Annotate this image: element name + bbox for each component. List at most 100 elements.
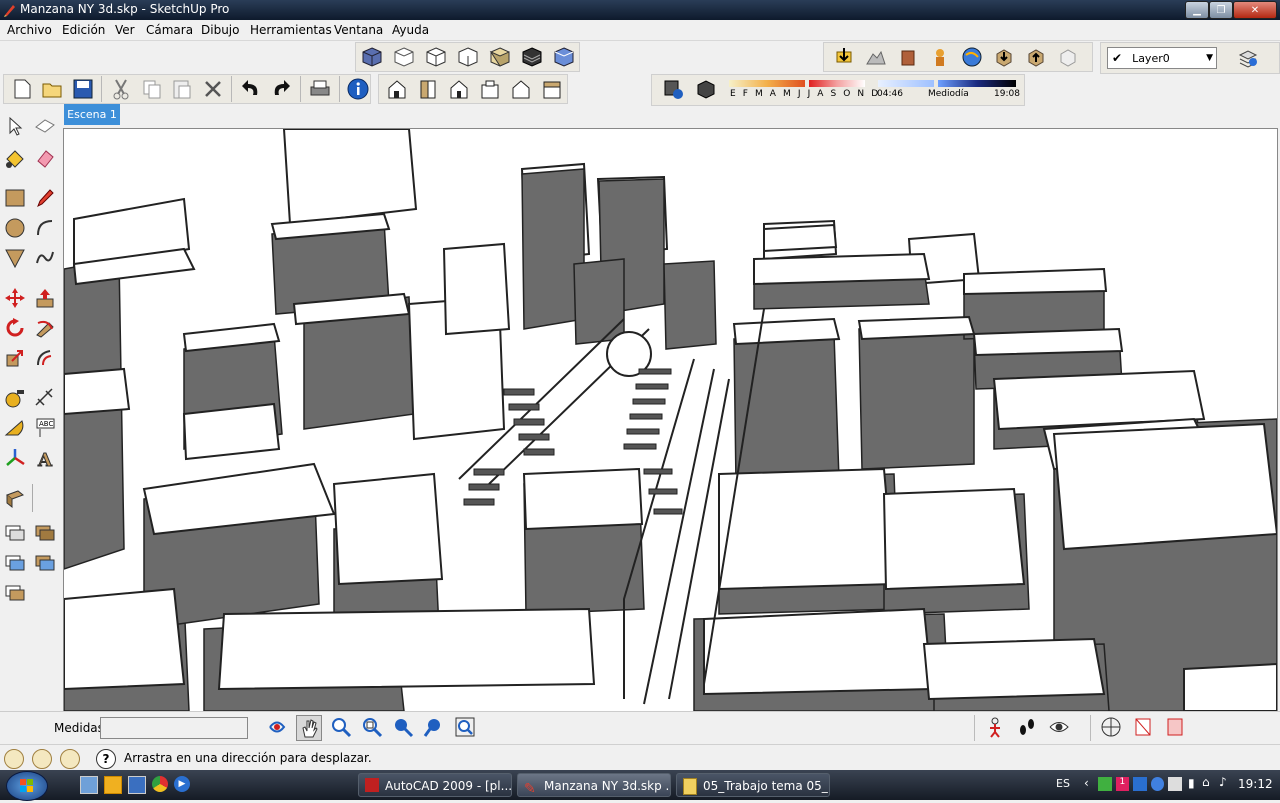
task-word-document[interactable]: 05_Trabajo tema 05_... [676,773,830,797]
shadow-settings-icon[interactable] [661,77,685,101]
undo-icon[interactable] [239,77,262,101]
rectangle-tool-icon[interactable] [3,186,27,210]
zoom-icon[interactable] [329,715,353,739]
language-indicator[interactable]: ES [1056,777,1070,790]
tray-expand-icon[interactable]: ‹ [1084,776,1089,790]
text-tool-icon[interactable]: ABC [33,416,57,440]
get-models-icon[interactable] [992,45,1016,69]
select-arrow-icon[interactable] [3,114,27,138]
axes-tool-icon[interactable] [3,446,27,470]
time-slider-evening[interactable] [938,80,1016,87]
layer-select[interactable]: ✔ Layer0 ▼ [1107,47,1217,69]
messenger-tray-icon[interactable] [1098,777,1112,791]
top-view-icon[interactable] [392,45,416,69]
follow-me-icon[interactable] [33,316,57,340]
arc-tool-icon[interactable] [33,216,57,240]
model-info-icon[interactable] [347,77,370,101]
zoom-extents-icon[interactable] [453,715,477,739]
sandbox-contours-icon[interactable] [3,520,27,544]
show-desktop-icon[interactable] [80,776,98,794]
sandbox-scratch-icon[interactable] [33,520,57,544]
smoove-tool-icon[interactable] [3,550,27,574]
share-model-icon[interactable] [1024,45,1048,69]
close-button[interactable]: ✕ [1233,1,1277,19]
cut-icon[interactable] [109,77,132,101]
display-shadows-icon[interactable] [694,77,718,101]
component-icon[interactable] [33,114,57,138]
tape-measure-icon[interactable] [3,386,27,410]
paste-icon[interactable] [170,77,193,101]
offset-tool-icon[interactable] [33,346,57,370]
monochrome-view-icon[interactable] [552,45,576,69]
paint-bucket-icon[interactable] [3,146,27,170]
left-house-icon[interactable] [540,77,564,101]
orbit-icon[interactable] [265,715,289,739]
model-viewport[interactable] [63,128,1278,712]
menu-camara[interactable]: Cámara [146,23,193,37]
display-section-planes-icon[interactable] [1131,715,1155,739]
month-slider-second-half[interactable] [809,80,865,87]
power-tray-icon[interactable]: ▮ [1188,776,1195,790]
measurements-input[interactable] [100,717,248,739]
layer-manager-icon[interactable] [1236,46,1260,70]
protractor-icon[interactable] [3,416,27,440]
open-file-icon[interactable] [40,77,63,101]
copy-icon[interactable] [140,77,163,101]
drape-tool-icon[interactable] [3,580,27,604]
credits-status-icon[interactable] [32,749,52,769]
menu-edicion[interactable]: Edición [62,23,105,37]
signin-status-icon[interactable] [60,749,80,769]
polygon-tool-icon[interactable] [3,246,27,270]
next-view-icon[interactable] [422,715,446,739]
scene-tab[interactable]: Escena 1 [64,104,120,125]
toggle-terrain-icon[interactable] [864,45,888,69]
section-plane-tool-icon[interactable] [1099,715,1123,739]
maximize-button[interactable]: ❐ [1209,1,1233,19]
walk-footprints-icon[interactable] [1015,715,1039,739]
3d-text-icon[interactable]: A [33,446,57,470]
menu-ventana[interactable]: Ventana [334,23,383,37]
time-slider[interactable] [878,80,934,87]
front-house-icon[interactable] [447,77,471,101]
task-sketchup[interactable]: ✎ Manzana NY 3d.skp ... [517,773,671,797]
start-button[interactable] [6,771,48,801]
right-house-icon[interactable] [478,77,502,101]
menu-archivo[interactable]: Archivo [7,23,52,37]
chevron-down-icon[interactable]: ▼ [1206,53,1213,63]
geolocation-status-icon[interactable] [4,749,24,769]
rotate-tool-icon[interactable] [3,316,27,340]
right-view-icon[interactable] [456,45,480,69]
menu-herramientas[interactable]: Herramientas [250,23,332,37]
help-icon[interactable]: ? [96,749,116,769]
look-around-eye-icon[interactable] [1047,715,1071,739]
month-slider[interactable] [729,80,805,87]
switch-windows-icon[interactable] [128,776,146,794]
eraser-icon[interactable] [33,146,57,170]
freehand-tool-icon[interactable] [33,246,57,270]
push-pull-icon[interactable] [33,286,57,310]
redo-icon[interactable] [270,77,293,101]
dimension-tool-icon[interactable] [33,386,57,410]
share-component-icon[interactable] [1056,45,1080,69]
new-file-icon[interactable] [10,77,33,101]
display-tray-icon[interactable] [1168,777,1182,791]
previous-view-icon[interactable] [391,715,415,739]
texture-view-icon[interactable] [520,45,544,69]
scale-tool-icon[interactable] [3,346,27,370]
preview-google-earth-icon[interactable] [960,45,984,69]
shaded-view-icon[interactable] [488,45,512,69]
pencil-icon[interactable] [33,186,57,210]
pan-hand-icon[interactable] [296,715,322,741]
stamp-tool-icon[interactable] [33,550,57,574]
task-autocad[interactable]: AutoCAD 2009 - [pl... [358,773,512,797]
network-connection-icon[interactable]: ⌂ [1202,775,1210,789]
chrome-icon[interactable] [152,776,168,792]
minimize-button[interactable]: ▁ [1185,1,1209,19]
top-house-icon[interactable] [416,77,440,101]
add-building-icon[interactable] [896,45,920,69]
network-tray-icon[interactable] [1133,777,1147,791]
play-icon[interactable]: ▶ [174,776,190,792]
volume-icon[interactable]: ♪ [1219,775,1227,789]
iso-house-icon[interactable] [385,77,409,101]
position-camera-icon[interactable] [983,715,1007,739]
